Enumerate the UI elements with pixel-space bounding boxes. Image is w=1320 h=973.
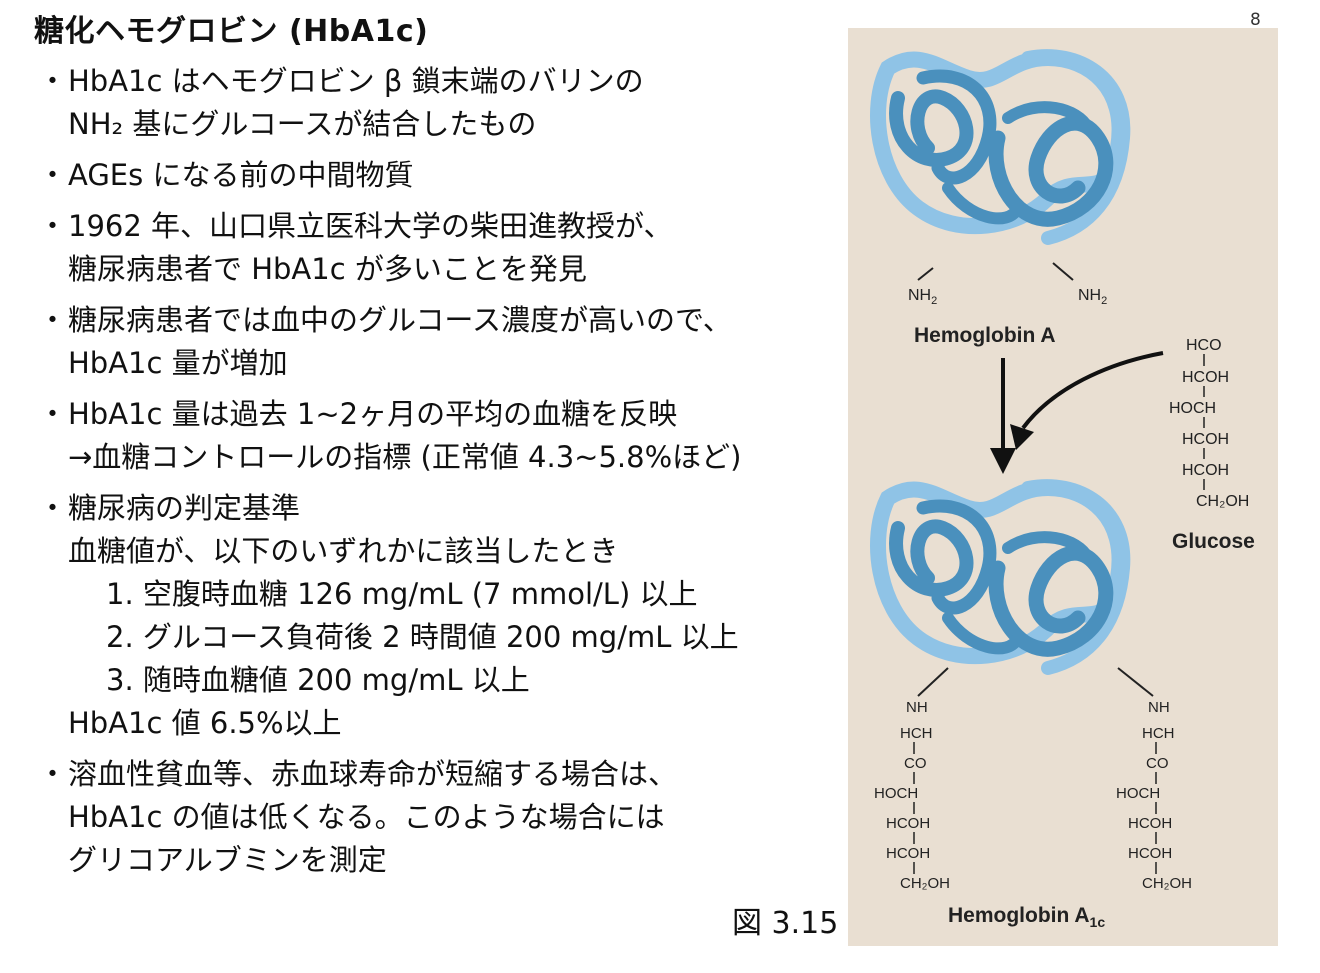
hemoglobin-a1c-protein (870, 479, 1131, 675)
svg-text:HCH: HCH (900, 725, 933, 742)
svg-text:NH: NH (1148, 699, 1170, 716)
bullet-item: ・ AGEs になる前の中間物質 (38, 154, 868, 197)
criteria-item: 3. 随時血糖値 200 mg/mL 以上 (106, 663, 530, 697)
hemoglobin-a1c-label: Hemoglobin A1c (948, 904, 1105, 930)
bullet-marker: ・ (38, 397, 68, 431)
bullet-item: ・ 溶血性貧血等、赤血球寿命が短縮する場合は、 HbA1c の値は低くなる。この… (38, 753, 868, 882)
svg-text:HCO: HCO (1186, 337, 1222, 354)
bullet-list: ・ HbA1c はヘモグロビン β 鎖末端のバリンの NH₂ 基にグルコースが結… (38, 60, 868, 890)
svg-text:HCOH: HCOH (886, 815, 930, 832)
svg-text:CO: CO (904, 755, 927, 772)
svg-text:CH₂OH: CH₂OH (1142, 875, 1192, 892)
bullet-item: ・ HbA1c 量は過去 1~2ヶ月の平均の血糖を反映 →血糖コントロールの指標… (38, 393, 868, 479)
svg-text:HCH: HCH (1142, 725, 1175, 742)
nh2-left-label: NH2 (908, 287, 937, 307)
left-side-chain: NH HCH CO HOCH HCOH HCOH CH₂OH (874, 699, 950, 892)
svg-text:HCOH: HCOH (1182, 369, 1229, 386)
bullet-line: HbA1c 値 6.5%以上 (68, 706, 342, 740)
bullet-line: AGEs になる前の中間物質 (68, 158, 414, 192)
bullet-marker: ・ (38, 491, 68, 525)
bullet-marker: ・ (38, 209, 68, 243)
bullet-line: HbA1c の値は低くなる。このような場合には (68, 800, 665, 834)
svg-text:NH: NH (906, 699, 928, 716)
bullet-marker: ・ (38, 158, 68, 192)
hemoglobin-a-label: Hemoglobin A (914, 324, 1056, 347)
down-arrow-icon (990, 358, 1016, 474)
bullet-item: ・ 1962 年、山口県立医科大学の柴田進教授が、 糖尿病患者で HbA1c が… (38, 205, 868, 291)
svg-text:CO: CO (1146, 755, 1169, 772)
bullet-item: ・ 糖尿病患者では血中のグルコース濃度が高いので、 HbA1c 量が増加 (38, 299, 868, 385)
bullet-line: 血糖値が、以下のいずれかに該当したとき (68, 534, 619, 568)
bullet-item: ・ HbA1c はヘモグロビン β 鎖末端のバリンの NH₂ 基にグルコースが結… (38, 60, 868, 146)
glucose-label: Glucose (1172, 530, 1255, 553)
figure-svg: NH2 NH2 Hemoglobin A HCO HCOH HOCH HCOH … (870, 49, 1255, 930)
right-side-chain: NH HCH CO HOCH HCOH HCOH CH₂OH (1116, 699, 1192, 892)
criteria-item: 1. 空腹時血糖 126 mg/mL (7 mmol/L) 以上 (106, 577, 698, 611)
bullet-line: HbA1c 量が増加 (68, 346, 288, 380)
hemoglobin-figure: NH2 NH2 Hemoglobin A HCO HCOH HOCH HCOH … (848, 28, 1278, 946)
svg-text:HOCH: HOCH (1116, 785, 1160, 802)
bullet-line: 糖尿病患者では血中のグルコース濃度が高いので、 (68, 303, 732, 337)
bullet-line: 1962 年、山口県立医科大学の柴田進教授が、 (68, 209, 673, 243)
svg-text:HCOH: HCOH (1182, 462, 1229, 479)
bullet-line: →血糖コントロールの指標 (正常値 4.3~5.8%ほど) (68, 440, 742, 474)
page-number: 8 (1250, 10, 1261, 30)
curved-arrow-icon (1010, 351, 1164, 450)
nh2-right-label: NH2 (1078, 287, 1107, 307)
svg-text:CH₂OH: CH₂OH (1196, 493, 1249, 510)
svg-text:HOCH: HOCH (1169, 400, 1216, 417)
bullet-item: ・ 糖尿病の判定基準 血糖値が、以下のいずれかに該当したとき 1. 空腹時血糖 … (38, 487, 868, 745)
bullet-marker: ・ (38, 64, 68, 98)
bullet-line: グリコアルブミンを測定 (68, 843, 387, 877)
svg-text:CH₂OH: CH₂OH (900, 875, 950, 892)
bullet-line: HbA1c 量は過去 1~2ヶ月の平均の血糖を反映 (68, 397, 678, 431)
bullet-line: 糖尿病患者で HbA1c が多いことを発見 (68, 252, 587, 286)
svg-text:HCOH: HCOH (1182, 431, 1229, 448)
svg-text:HCOH: HCOH (1128, 845, 1172, 862)
bullet-marker: ・ (38, 757, 68, 791)
bullet-line: HbA1c はヘモグロビン β 鎖末端のバリンの (68, 64, 644, 98)
glucose-structure: HCO HCOH HOCH HCOH HCOH CH₂OH (1169, 337, 1249, 510)
criteria-item: 2. グルコース負荷後 2 時間値 200 mg/mL 以上 (106, 620, 739, 654)
bullet-line: 溶血性貧血等、赤血球寿命が短縮する場合は、 (68, 757, 678, 791)
svg-text:HCOH: HCOH (1128, 815, 1172, 832)
svg-text:HCOH: HCOH (886, 845, 930, 862)
bullet-line: NH₂ 基にグルコースが結合したもの (68, 107, 537, 141)
hemoglobin-a-protein (870, 49, 1131, 245)
figure-caption: 図 3.15 (732, 906, 839, 941)
slide-title: 糖化ヘモグロビン (HbA1c) (34, 14, 429, 49)
bullet-marker: ・ (38, 303, 68, 337)
svg-text:HOCH: HOCH (874, 785, 918, 802)
bullet-line: 糖尿病の判定基準 (68, 491, 301, 525)
